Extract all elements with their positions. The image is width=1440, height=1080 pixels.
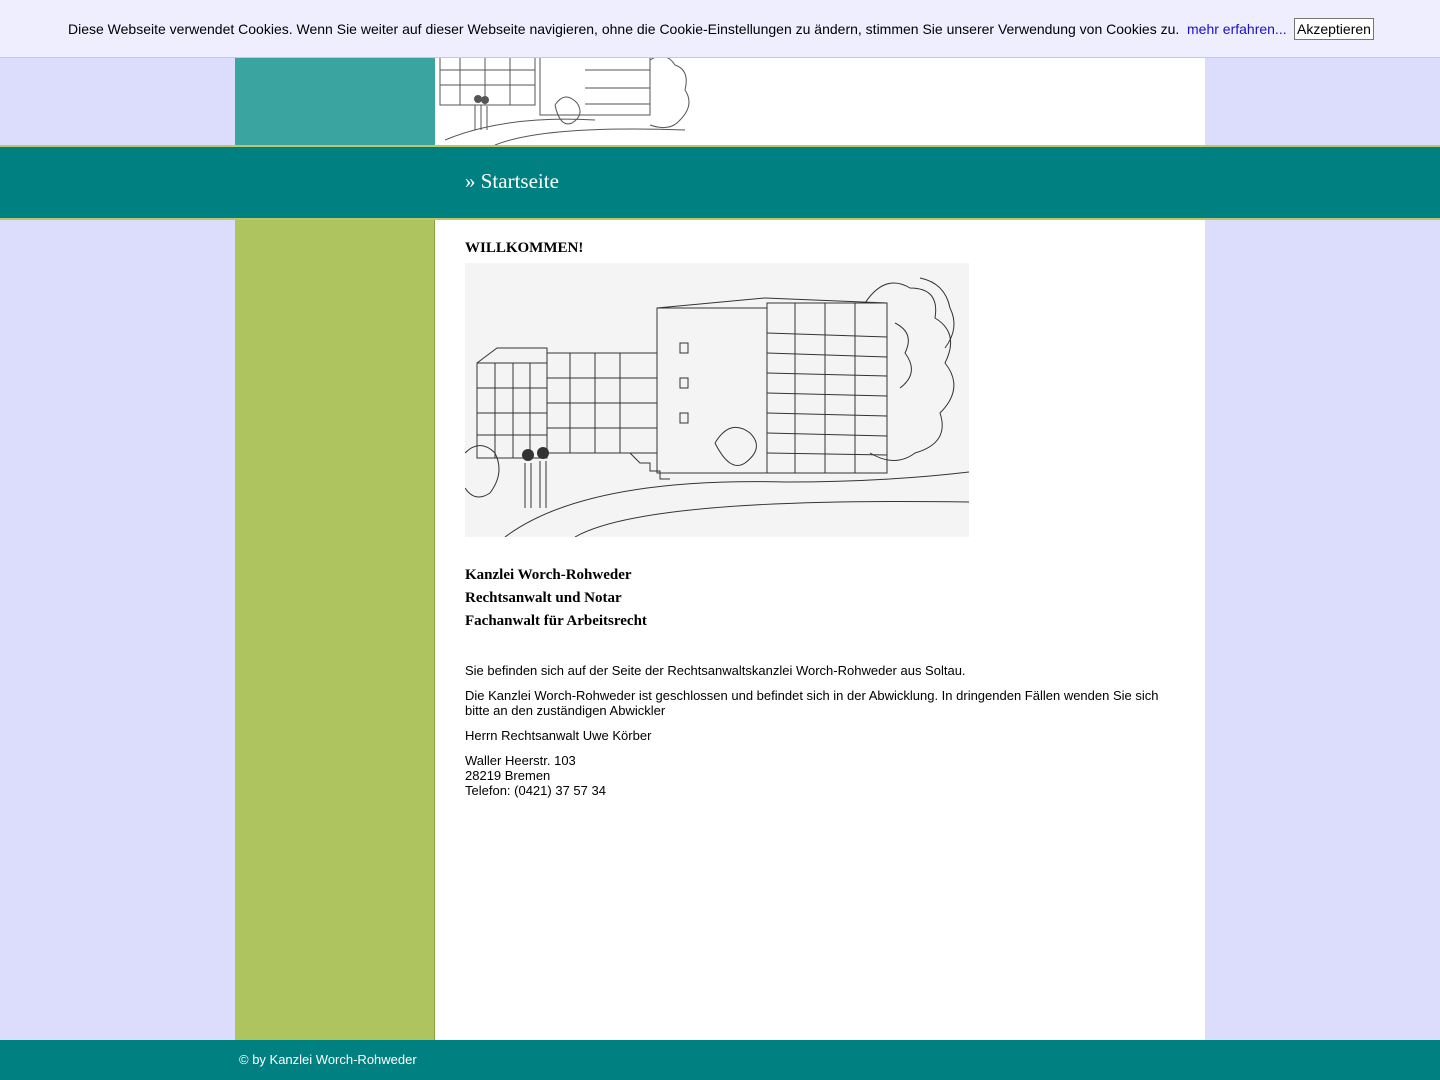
body-text: Sie befinden sich auf der Seite der Rech… — [465, 663, 1185, 798]
intro-paragraph: Sie befinden sich auf der Seite der Rech… — [465, 663, 966, 678]
firm-title-block: Kanzlei Worch-Rohweder Rechtsanwalt und … — [465, 564, 1185, 633]
address-street: Waller Heerstr. 103 — [465, 753, 576, 768]
cookie-message: Diese Webseite verwendet Cookies. Wenn S… — [68, 21, 1180, 37]
cookie-accept-button[interactable]: Akzeptieren — [1294, 18, 1374, 40]
address-phone: Telefon: (0421) 37 57 34 — [465, 783, 606, 798]
firm-specialty: Fachanwalt für Arbeitsrecht — [465, 613, 647, 629]
breadcrumb: » Startseite — [465, 169, 559, 193]
sidebar — [235, 220, 435, 1040]
address-city: 28219 Bremen — [465, 768, 551, 783]
footer: © by Kanzlei Worch-Rohweder — [0, 1040, 1440, 1080]
firm-profession: Rechtsanwalt und Notar — [465, 590, 622, 606]
footer-copyright: © by Kanzlei Worch-Rohweder — [239, 1052, 417, 1067]
contact-person: Herrn Rechtsanwalt Uwe Körber — [465, 728, 652, 743]
cookie-more-info-link[interactable]: mehr erfahren... — [1187, 21, 1287, 37]
main-content: WILLKOMMEN! Kanzlei Worch-Rohweder Recht… — [435, 220, 1205, 1040]
navigation-band — [0, 145, 1440, 220]
address-block: Waller Heerstr. 103 28219 Bremen Telefon… — [465, 753, 1185, 798]
building-illustration — [465, 263, 969, 537]
page-heading: WILLKOMMEN! — [465, 240, 584, 256]
cookie-banner: Diese Webseite verwendet Cookies. Wenn S… — [0, 0, 1440, 58]
firm-name: Kanzlei Worch-Rohweder — [465, 567, 632, 583]
closure-paragraph: Die Kanzlei Worch-Rohweder ist geschloss… — [465, 688, 1159, 718]
